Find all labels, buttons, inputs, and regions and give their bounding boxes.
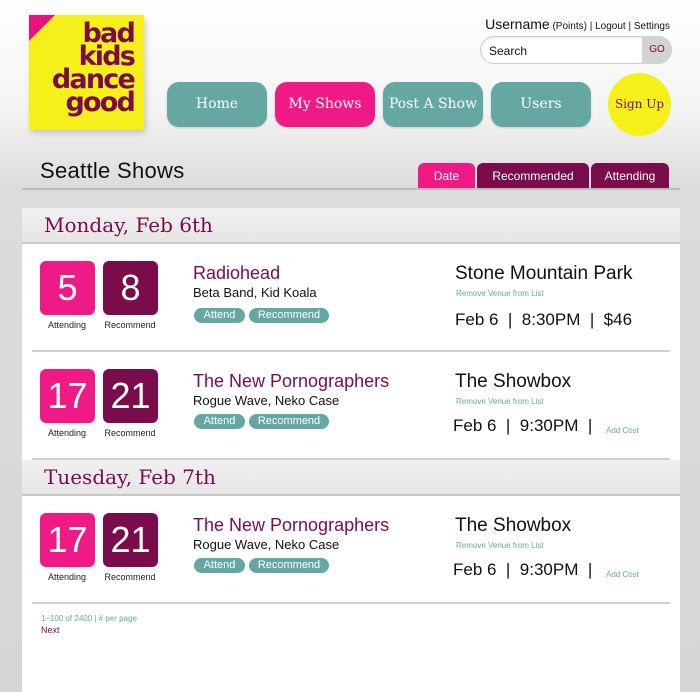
show-row: 17 21 Attending Recommend The New Pornog…	[22, 352, 680, 460]
nav-my-shows-button[interactable]: My Shows	[275, 82, 375, 127]
day-header: Monday, Feb 6th	[22, 208, 680, 244]
recommend-count: 21	[103, 513, 158, 567]
settings-link[interactable]: Settings	[634, 21, 670, 32]
recommend-label: Recommend	[104, 572, 156, 582]
band-name-link[interactable]: The New Pornographers	[193, 515, 389, 536]
day-date: Monday, Feb 6th	[44, 213, 213, 237]
recommend-button[interactable]: Recommend	[249, 558, 329, 573]
user-points: (Points)	[552, 21, 587, 32]
show-row: 5 8 Attending Recommend Radiohead Beta B…	[22, 244, 680, 352]
nav-users-button[interactable]: Users	[491, 82, 591, 127]
band-name-link[interactable]: Radiohead	[193, 263, 280, 284]
show-date-time-price: Feb 6 | 8:30PM | $46	[455, 310, 633, 329]
remove-venue-link[interactable]: Remove Venue from List	[456, 289, 544, 298]
attending-label: Attending	[47, 572, 87, 582]
search-box: GO	[480, 36, 672, 64]
page-title: Seattle Shows	[40, 158, 185, 183]
show-row: 17 21 Attending Recommend The New Pornog…	[22, 496, 680, 604]
recommend-button[interactable]: Recommend	[249, 308, 329, 323]
venue-name-link[interactable]: The Showbox	[455, 515, 571, 537]
logo-wordmark: bad kids dance good	[51, 18, 136, 118]
band-name-link[interactable]: The New Pornographers	[193, 371, 389, 392]
attend-button[interactable]: Attend	[194, 414, 245, 429]
venue-name-link[interactable]: The Showbox	[455, 371, 571, 393]
add-cost-link[interactable]: Add Cost	[606, 570, 639, 579]
recommend-label: Recommend	[104, 320, 156, 330]
site-logo[interactable]: bad kids dance good	[29, 15, 144, 130]
separator: |	[628, 21, 632, 32]
venue-name-link[interactable]: Stone Mountain Park	[455, 263, 632, 285]
next-page-link[interactable]: Next	[41, 625, 60, 635]
supporting-acts: Beta Band, Kid Koala	[193, 285, 317, 300]
attending-count: 17	[40, 369, 95, 423]
show-date-time: Feb 6 | 9:30PM |	[453, 560, 593, 579]
recommend-label: Recommend	[104, 428, 156, 438]
remove-venue-link[interactable]: Remove Venue from List	[456, 397, 544, 406]
sort-tabs: Date Recommended Attending	[418, 163, 671, 189]
attending-label: Attending	[47, 428, 87, 438]
day-date: Tuesday, Feb 7th	[44, 465, 216, 489]
recommend-button[interactable]: Recommend	[249, 414, 329, 429]
attend-button[interactable]: Attend	[194, 558, 245, 573]
attend-button[interactable]: Attend	[194, 308, 245, 323]
remove-venue-link[interactable]: Remove Venue from List	[456, 541, 544, 550]
attending-label: Attending	[47, 320, 87, 330]
attending-count: 5	[40, 261, 95, 315]
add-cost-link[interactable]: Add Cost	[606, 426, 639, 435]
sign-up-button[interactable]: Sign Up	[608, 73, 671, 136]
tab-date[interactable]: Date	[418, 163, 475, 189]
tab-recommended[interactable]: Recommended	[477, 163, 589, 189]
pagination-info[interactable]: 1–100 of 2400 | # per page	[41, 614, 137, 623]
header-divider	[22, 188, 680, 190]
username-link[interactable]: Username	[485, 16, 550, 32]
attending-count: 17	[40, 513, 95, 567]
recommend-count: 21	[103, 369, 158, 423]
search-go-button[interactable]: GO	[642, 36, 672, 64]
logout-link[interactable]: Logout	[595, 21, 626, 32]
separator: |	[589, 21, 593, 32]
day-header: Tuesday, Feb 7th	[22, 460, 680, 496]
tab-attending[interactable]: Attending	[591, 163, 669, 189]
shows-panel: Monday, Feb 6th 5 8 Attending Recommend …	[22, 208, 680, 692]
supporting-acts: Rogue Wave, Neko Case	[193, 393, 340, 408]
account-bar: Username (Points) | Logout | Settings	[485, 16, 670, 32]
nav-home-button[interactable]: Home	[167, 82, 267, 127]
supporting-acts: Rogue Wave, Neko Case	[193, 537, 340, 552]
row-divider	[32, 602, 670, 604]
search-input[interactable]	[489, 42, 639, 59]
nav-post-show-button[interactable]: Post A Show	[383, 82, 483, 127]
recommend-count: 8	[103, 261, 158, 315]
show-date-time: Feb 6 | 9:30PM |	[453, 416, 593, 435]
